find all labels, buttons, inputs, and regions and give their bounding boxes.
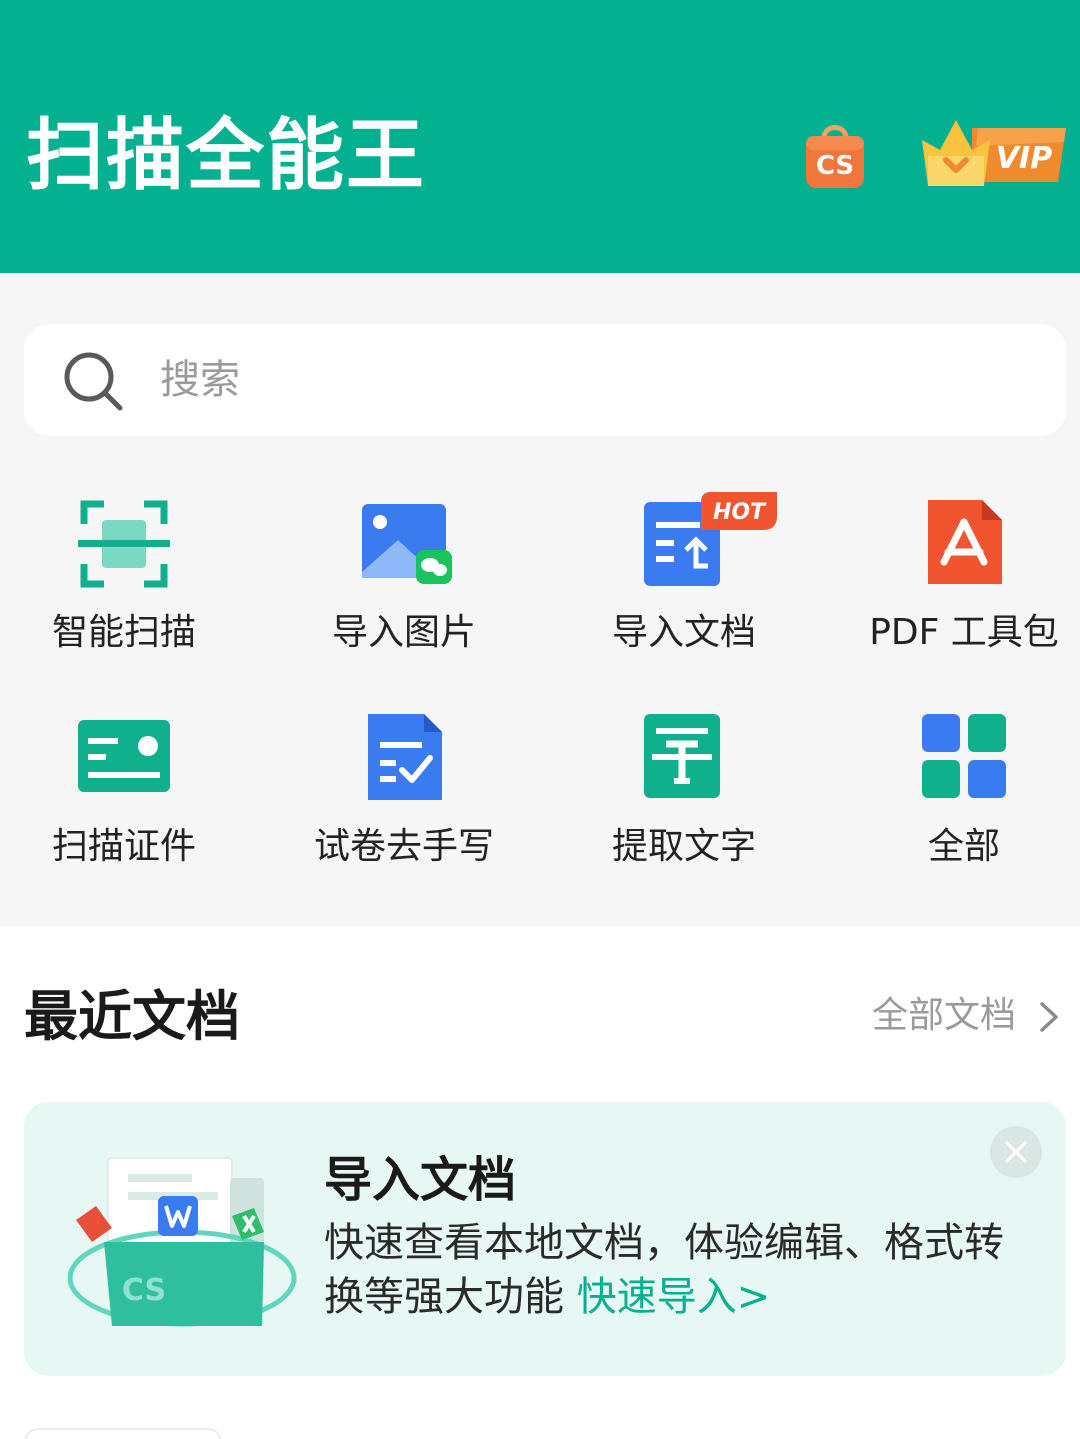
folder-documents-illustration-icon: CS (68, 1157, 297, 1327)
tool-label: 试卷去手写 (313, 826, 494, 867)
remove-handwriting-icon (368, 714, 442, 800)
search-icon (64, 352, 123, 411)
tool-remove-handwriting[interactable]: 试卷去手写 (269, 708, 539, 898)
illustration-label: CS (122, 1273, 166, 1308)
tool-pdf-toolkit[interactable]: PDF 工具包 (829, 494, 1080, 684)
tool-smart-scan[interactable]: 智能扫描 (0, 494, 259, 684)
tool-label: 导入文档 (611, 612, 756, 653)
cs-store-bag-icon[interactable]: CS (804, 118, 866, 190)
search-input[interactable] (160, 346, 1020, 414)
extract-text-icon (644, 714, 720, 798)
tool-all[interactable]: 全部 (829, 708, 1080, 898)
store-label: CS (816, 151, 854, 181)
hot-badge-label: HOT (713, 500, 767, 525)
vip-label: VIP (996, 141, 1052, 176)
recent-docs-title: 最近文档 (24, 985, 240, 1048)
tool-label: 智能扫描 (51, 612, 196, 653)
hot-badge: HOT (701, 492, 777, 530)
tool-label: 扫描证件 (51, 826, 196, 867)
vip-badge[interactable]: VIP (918, 116, 1068, 190)
pdf-toolkit-icon (928, 500, 1002, 584)
app-title: 扫描全能王 (26, 111, 427, 201)
close-promo-button[interactable] (990, 1126, 1042, 1178)
tool-import-image[interactable]: 导入图片 (269, 494, 539, 684)
all-docs-link[interactable]: 全部文档 (868, 990, 1068, 1042)
quick-import-link[interactable]: 快速导入> (577, 1274, 771, 1320)
tool-label: 提取文字 (611, 826, 756, 867)
tool-import-document[interactable]: HOT 导入文档 (549, 492, 819, 684)
smart-scan-icon (78, 500, 170, 588)
promo-description: 快速查看本地文档，体验编辑、格式转换等强大功能 快速导入> (324, 1216, 1024, 1324)
chevron-right-icon (1040, 1002, 1058, 1032)
tool-label: 导入图片 (331, 612, 476, 653)
tool-scan-id-card[interactable]: 扫描证件 (0, 708, 259, 898)
tool-extract-text[interactable]: 提取文字 (549, 708, 819, 898)
promo-title: 导入文档 (324, 1152, 517, 1208)
all-tools-grid-icon (922, 714, 1006, 798)
document-card[interactable] (24, 1428, 222, 1439)
close-icon (1005, 1141, 1027, 1163)
all-docs-label: 全部文档 (872, 995, 1017, 1036)
tool-label: PDF 工具包 (869, 612, 1059, 653)
import-image-icon (362, 504, 452, 584)
tool-label: 全部 (927, 826, 1000, 867)
scan-id-card-icon (78, 720, 170, 792)
